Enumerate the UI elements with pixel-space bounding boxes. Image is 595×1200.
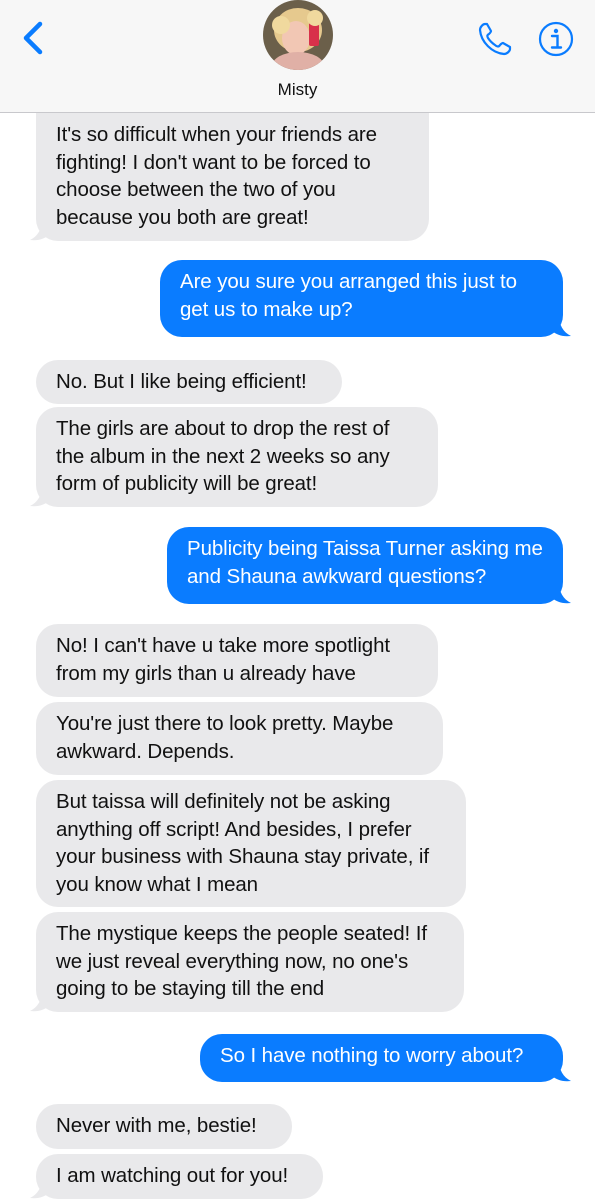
message-bubble-incoming[interactable]: You're just there to look pretty. Maybe … (36, 702, 443, 775)
bubble-tail (28, 219, 50, 241)
info-button[interactable] (537, 20, 575, 58)
message-bubble-incoming[interactable]: No! I can't have u take more spotlight f… (36, 624, 438, 697)
message-bubble-incoming[interactable]: The mystique keeps the people seated! If… (36, 912, 464, 1012)
message-bubble-incoming[interactable]: The girls are about to drop the rest of … (36, 407, 438, 507)
avatar[interactable] (263, 0, 333, 70)
bubble-tail (551, 582, 573, 604)
message-bubble-incoming[interactable]: I am watching out for you! (36, 1154, 323, 1199)
back-button[interactable] (14, 18, 54, 58)
contact-name[interactable]: Misty (0, 80, 595, 100)
conversation-header: Misty (0, 0, 595, 113)
message-bubble-outgoing[interactable]: Are you sure you arranged this just to g… (160, 260, 563, 337)
message-list[interactable]: It's so difficult when your friends are … (0, 113, 595, 1200)
avatar-photo (263, 0, 333, 70)
message-bubble-incoming[interactable]: Never with me, bestie! (36, 1104, 292, 1149)
bubble-tail (28, 485, 50, 507)
bubble-tail (28, 1177, 50, 1199)
message-bubble-outgoing[interactable]: Publicity being Taissa Turner asking me … (167, 527, 563, 604)
bubble-tail (551, 1060, 573, 1082)
chevron-left-icon (23, 21, 43, 55)
info-icon (538, 21, 574, 57)
message-bubble-incoming[interactable]: It's so difficult when your friends are … (36, 113, 429, 241)
call-button[interactable] (476, 20, 514, 58)
message-bubble-outgoing[interactable]: So I have nothing to worry about? (200, 1034, 563, 1082)
bubble-tail (28, 990, 50, 1012)
phone-icon (478, 22, 512, 56)
messages-screen: Misty It's so difficult when your friend… (0, 0, 595, 1200)
bubble-tail (551, 315, 573, 337)
message-bubble-incoming[interactable]: But taissa will definitely not be asking… (36, 780, 466, 907)
message-bubble-incoming[interactable]: No. But I like being efficient! (36, 360, 342, 404)
